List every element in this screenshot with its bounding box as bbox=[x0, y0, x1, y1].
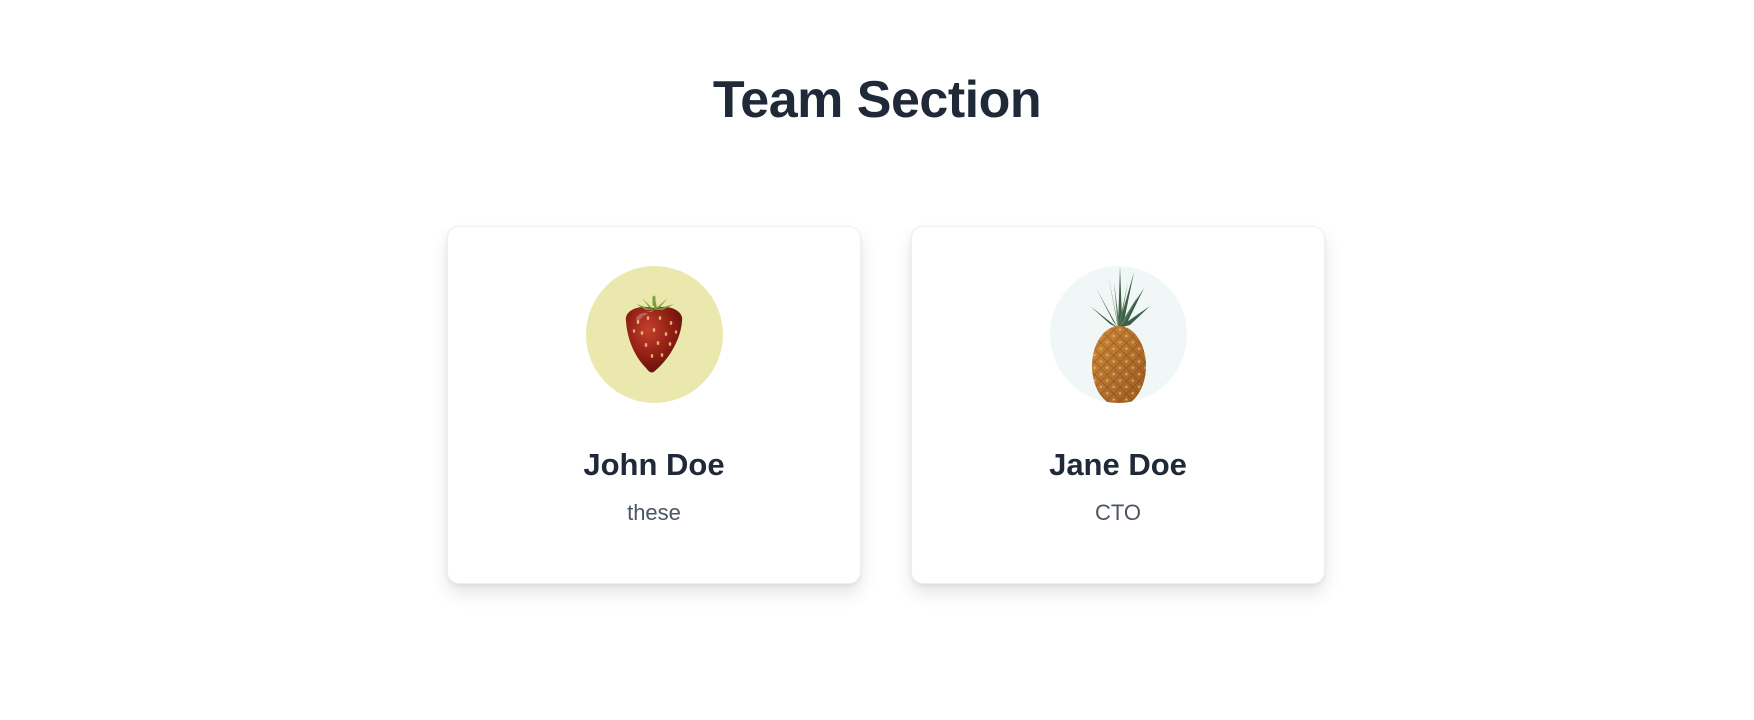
team-card-jane-doe: Jane Doe CTO bbox=[911, 226, 1325, 584]
pineapple-icon bbox=[1090, 266, 1150, 403]
page-title: Team Section bbox=[712, 71, 1042, 129]
member-role: these bbox=[627, 500, 681, 525]
member-name: Jane Doe bbox=[1049, 447, 1187, 482]
avatar bbox=[1050, 266, 1187, 403]
avatar bbox=[586, 266, 723, 403]
team-grid: John Doe these Jane Doe CTO bbox=[447, 226, 1327, 584]
strawberry-icon bbox=[625, 294, 683, 373]
team-card-john-doe: John Doe these bbox=[447, 226, 861, 584]
member-name: John Doe bbox=[583, 447, 725, 482]
member-role: CTO bbox=[1094, 500, 1142, 525]
